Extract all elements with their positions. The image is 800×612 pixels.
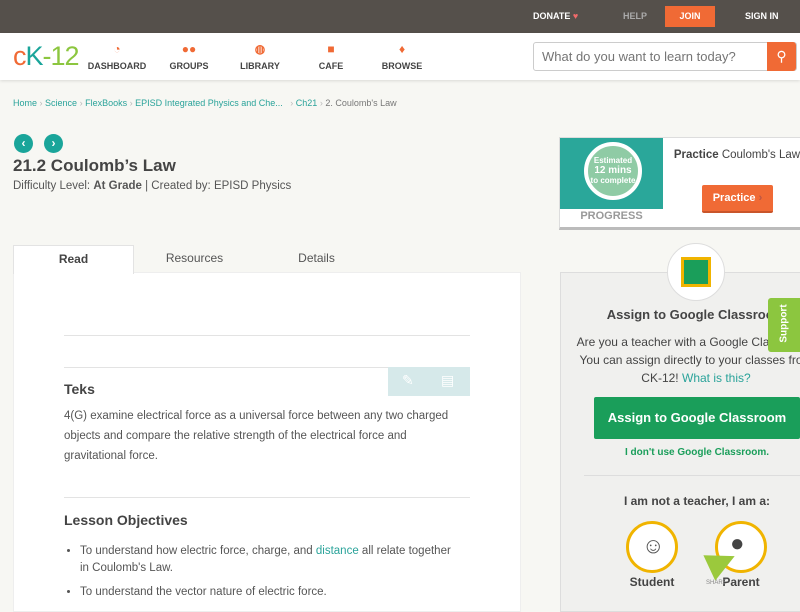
student-option[interactable]: ☺ [626, 521, 678, 573]
people-icon: ●● [181, 42, 197, 56]
edit-toolbar: ✎ ▤ [388, 367, 470, 396]
nav-label: CAFE [318, 61, 344, 71]
divider [64, 335, 470, 336]
help-link[interactable]: HELP [623, 0, 647, 33]
top-bar: DONATE ♥ HELP JOIN SIGN IN [0, 0, 800, 33]
search-input[interactable] [534, 43, 764, 70]
objective-text: To understand how electric force, charge… [80, 545, 316, 557]
page-meta: Difficulty Level: At Grade | Created by:… [13, 180, 291, 192]
main-nav: cK-12 ◔ DASHBOARD ●● GROUPS ◍ LIBRARY ■ CAFE… [0, 33, 800, 80]
chevron-right-icon: › [758, 192, 763, 204]
teks-heading: Teks [64, 381, 95, 397]
support-tab[interactable]: Support [768, 298, 800, 352]
teks-text: 4(G) examine electrical force as a unive… [64, 410, 449, 462]
practice-bold: Practice [673, 149, 719, 161]
google-classroom-panel: Assign to Google Classroom Are you a tea… [560, 272, 800, 612]
objective-item: To understand how electric force, charge… [80, 543, 460, 577]
student-face-icon: ☺ [642, 533, 665, 558]
donate-link[interactable]: DONATE ♥ [533, 0, 578, 33]
previous-button[interactable]: ‹ [14, 134, 33, 153]
estimate-badge: Estimated 12 mins to complete [584, 142, 642, 200]
google-classroom-icon [681, 257, 711, 287]
practice-button-label: Practice [712, 192, 756, 204]
breadcrumb-current: 2. Coulomb's Law [325, 98, 397, 108]
nav-library[interactable]: ◍ LIBRARY [225, 41, 295, 71]
lightbulb-icon: ♦ [398, 42, 406, 56]
join-button[interactable]: JOIN [665, 6, 715, 27]
est-line: 12 mins [594, 165, 632, 176]
practice-button[interactable]: Practice › [702, 185, 773, 213]
nav-label: LIBRARY [240, 61, 280, 71]
practice-title: Practice Coulomb's Law [672, 147, 800, 164]
breadcrumb: Home › Science › FlexBooks › EPISD Integ… [13, 98, 397, 108]
difficulty-value: At Grade [93, 180, 142, 192]
progress-image: Estimated 12 mins to complete [560, 138, 663, 209]
notes-icon[interactable]: ▤ [441, 372, 454, 389]
what-is-this-link[interactable]: What is this? [682, 371, 751, 385]
sign-in-link[interactable]: SIGN IN [745, 0, 779, 33]
progress-label: PROGRESS [580, 210, 643, 222]
nav-browse[interactable]: ♦ BROWSE [367, 41, 437, 71]
tab-details[interactable]: Details [256, 245, 377, 273]
objectives-heading: Lesson Objectives [64, 512, 188, 528]
breadcrumb-science[interactable]: Science [45, 98, 77, 108]
ck12-logo[interactable]: cK-12 [13, 41, 80, 72]
pencil-icon[interactable]: ✎ [402, 372, 414, 389]
support-label: Support [778, 304, 790, 343]
est-line: to complete [590, 176, 636, 185]
distance-link[interactable]: distance [316, 545, 359, 557]
donate-label: DONATE [533, 11, 571, 21]
chat-icon: ■ [327, 42, 335, 56]
nav-groups[interactable]: ●● GROUPS [154, 41, 224, 71]
search-button[interactable]: ⚲ [767, 42, 796, 71]
classroom-heading: Assign to Google Classroom [606, 307, 786, 322]
no-classroom-link[interactable]: I don't use Google Classroom. [594, 447, 800, 458]
gauge-icon: ◔ [113, 42, 121, 56]
breadcrumb-flexbooks[interactable]: FlexBooks [85, 98, 127, 108]
nav-label: BROWSE [381, 61, 423, 71]
breadcrumb-home[interactable]: Home [13, 98, 37, 108]
created-by: | Created by: EPISD Physics [145, 180, 292, 192]
not-teacher-label: I am not a teacher, I am a: [623, 494, 771, 508]
objectives-list: To understand how electric force, charge… [80, 543, 460, 601]
classroom-text: Are you a teacher with a Google Classroo… [576, 333, 800, 387]
next-button[interactable]: › [44, 134, 63, 153]
practice-topic: Coulomb's Law [718, 149, 800, 161]
tab-read[interactable]: Read [13, 245, 134, 274]
page-title: 21.2 Coulomb’s Law [13, 156, 176, 175]
share-label[interactable]: SHARE [706, 580, 727, 586]
practice-card: Estimated 12 mins to complete PROGRESS Pra… [559, 137, 800, 230]
search-icon: ⚲ [776, 48, 787, 64]
divider [64, 497, 470, 498]
heart-icon: ♥ [572, 11, 579, 21]
difficulty-label: Difficulty Level: [13, 180, 91, 192]
nav-dashboard[interactable]: ◔ DASHBOARD [82, 41, 152, 71]
divider [584, 475, 800, 476]
nav-label: GROUPS [169, 61, 209, 71]
breadcrumb-chapter[interactable]: Ch21 [296, 98, 318, 108]
search-box: ⚲ [533, 42, 797, 71]
classroom-logo [667, 243, 725, 301]
backpack-icon: ◍ [254, 42, 266, 56]
assign-classroom-button[interactable]: Assign to Google Classroom [594, 397, 800, 439]
student-label: Student [629, 575, 675, 589]
nav-cafe[interactable]: ■ CAFE [296, 41, 366, 71]
objective-item: To understand the vector nature of elect… [80, 584, 460, 601]
breadcrumb-book[interactable]: EPISD Integrated Physics and Che... [135, 98, 283, 108]
tab-resources[interactable]: Resources [134, 245, 255, 273]
nav-label: DASHBOARD [87, 61, 147, 71]
